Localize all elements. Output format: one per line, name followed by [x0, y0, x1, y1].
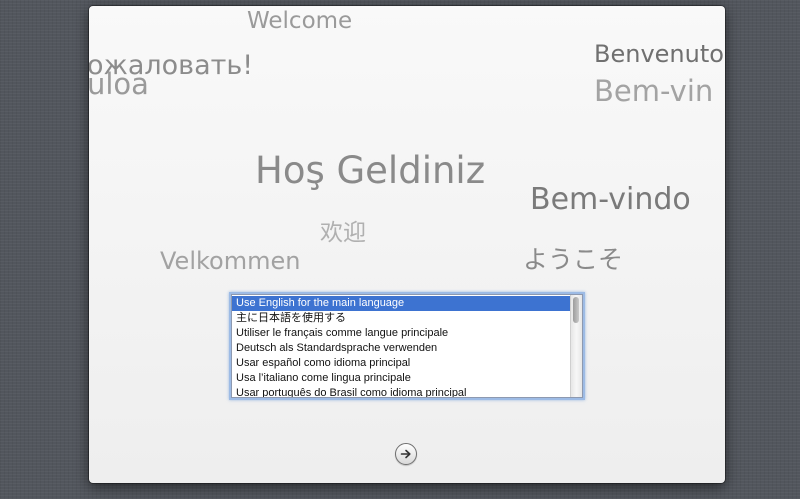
greeting-japanese: ようこそ	[523, 245, 624, 274]
right-arrow-icon	[400, 449, 411, 459]
language-option-german[interactable]: Deutsch als Standardsprache verwenden	[232, 341, 570, 356]
greeting-welcome: Welcome	[247, 8, 353, 34]
greeting-bem-vindo: Bem-vindo	[530, 182, 691, 217]
greeting-velkommen: Velkommen	[160, 247, 301, 275]
greeting-benvenuto: Benvenuto	[594, 40, 724, 68]
language-option-italian[interactable]: Usa l’italiano come lingua principale	[232, 371, 570, 386]
setup-window: Welcome ожаловать! uloa Benvenuto Bem-vi…	[89, 6, 725, 483]
language-option-portuguese-brazil[interactable]: Usar português do Brasil como idioma pri…	[232, 386, 570, 397]
language-option-french[interactable]: Utiliser le français comme langue princi…	[232, 326, 570, 341]
greeting-turkish: Hoş Geldiniz	[255, 149, 486, 192]
greeting-bem-vin: Bem-vin	[594, 74, 714, 108]
greeting-chinese: 欢迎	[320, 220, 366, 246]
language-listbox[interactable]: Use English for the main language 主に日本語を…	[231, 294, 583, 398]
continue-button[interactable]	[395, 443, 417, 465]
language-option-japanese[interactable]: 主に日本語を使用する	[232, 311, 570, 326]
list-scrollbar[interactable]	[570, 295, 582, 397]
scrollbar-thumb[interactable]	[573, 297, 579, 323]
language-list: Use English for the main language 主に日本語を…	[232, 296, 570, 397]
greeting-partial-uloa: uloa	[89, 67, 149, 101]
language-option-english[interactable]: Use English for the main language	[232, 296, 570, 311]
language-option-spanish[interactable]: Usar español como idioma principal	[232, 356, 570, 371]
